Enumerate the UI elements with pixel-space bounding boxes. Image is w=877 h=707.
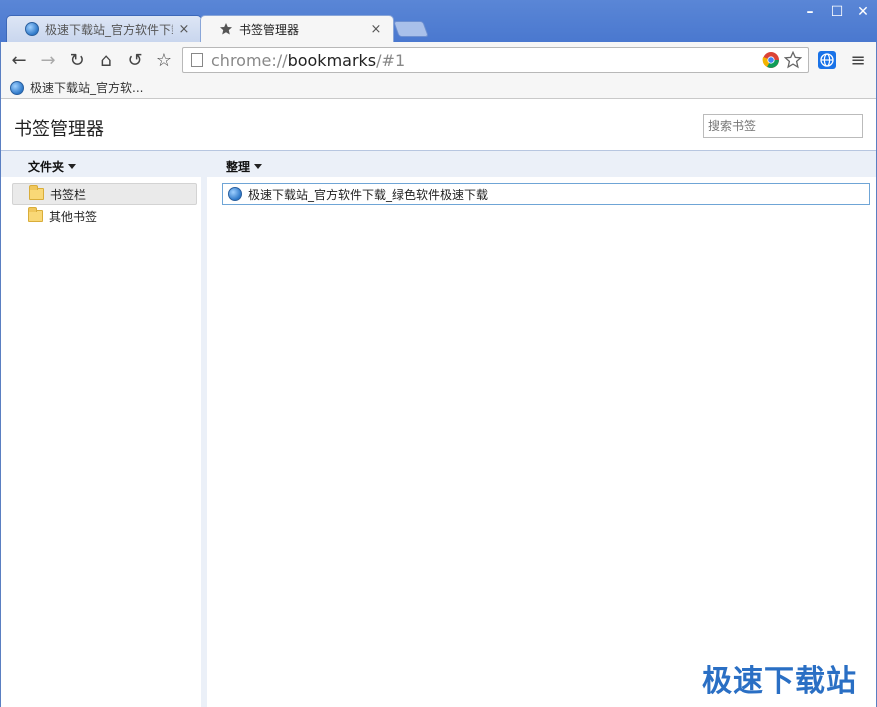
maximize-button[interactable]: ☐ bbox=[825, 2, 849, 22]
address-bar[interactable]: chrome://bookmarks/#1 bbox=[182, 47, 809, 73]
home-button[interactable]: ⌂ bbox=[95, 49, 117, 71]
folder-bookmarks-bar[interactable]: 书签栏 bbox=[12, 183, 197, 205]
tab-bookmark-manager[interactable]: 书签管理器 × bbox=[200, 15, 394, 42]
tab-label: 极速下载站_官方软件下载 bbox=[45, 22, 173, 37]
tab-label: 书签管理器 bbox=[239, 22, 300, 37]
url-host: bookmarks bbox=[287, 50, 377, 70]
bookmark-title: 极速下载站_官方软件下载_绿色软件极速下载 bbox=[248, 187, 489, 202]
page-title: 书签管理器 bbox=[14, 119, 104, 140]
manager-header: 文件夹 整理 bbox=[0, 150, 877, 177]
folder-label: 其他书签 bbox=[49, 209, 98, 224]
menu-button[interactable]: ≡ bbox=[847, 49, 869, 71]
browser-toolbar: ← → ↻ ⌂ ↺ ☆ chrome://bookmarks/#1 ≡ bbox=[0, 42, 877, 77]
folders-menu-label: 文件夹 bbox=[28, 160, 65, 174]
undo-button[interactable]: ↺ bbox=[124, 49, 146, 71]
title-bar: 极速下载站_官方软件下载 × 书签管理器 × – ☐ ✕ bbox=[0, 0, 877, 42]
folder-icon bbox=[29, 185, 44, 200]
organize-menu-label: 整理 bbox=[226, 160, 251, 174]
watermark-logo: 极速下载站 bbox=[702, 664, 857, 699]
bookmarks-bar: 极速下载站_官方软... bbox=[0, 77, 877, 99]
folder-icon bbox=[28, 207, 43, 222]
close-window-button[interactable]: ✕ bbox=[851, 2, 875, 22]
tab-jisu-download[interactable]: 极速下载站_官方软件下载 × bbox=[6, 15, 202, 42]
search-bookmarks-input[interactable] bbox=[703, 114, 863, 138]
bookmark-list-item[interactable]: 极速下载站_官方软件下载_绿色软件极速下载 bbox=[222, 183, 870, 205]
page-icon bbox=[191, 53, 203, 67]
organize-menu-button[interactable]: 整理 bbox=[226, 158, 263, 175]
caret-down-icon bbox=[68, 164, 77, 169]
back-button[interactable]: ← bbox=[8, 49, 30, 71]
minimize-button[interactable]: – bbox=[798, 2, 822, 22]
close-tab-icon[interactable]: × bbox=[369, 22, 383, 37]
bookmarks-bar-item[interactable]: 极速下载站_官方软... bbox=[30, 79, 143, 96]
caret-down-icon bbox=[254, 164, 263, 169]
globe-icon bbox=[228, 187, 242, 201]
globe-icon bbox=[25, 22, 39, 36]
new-tab-button[interactable] bbox=[393, 21, 429, 37]
window-frame-left bbox=[0, 42, 1, 707]
pane-splitter[interactable] bbox=[201, 177, 207, 707]
bookmark-page-star-icon[interactable] bbox=[783, 50, 803, 73]
folder-label: 书签栏 bbox=[50, 187, 87, 202]
url-scheme: chrome:// bbox=[211, 50, 288, 70]
globe-icon bbox=[10, 80, 24, 95]
translate-extension-icon[interactable] bbox=[816, 49, 838, 71]
folder-other-bookmarks[interactable]: 其他书签 bbox=[12, 205, 197, 227]
close-tab-icon[interactable]: × bbox=[177, 22, 191, 37]
url-path: /#1 bbox=[376, 50, 406, 70]
star-icon bbox=[219, 22, 233, 36]
forward-button[interactable]: → bbox=[37, 49, 59, 71]
chrome-icon[interactable] bbox=[762, 51, 780, 73]
bookmark-star-button[interactable]: ☆ bbox=[153, 49, 175, 71]
reload-button[interactable]: ↻ bbox=[66, 49, 88, 71]
folders-menu-button[interactable]: 文件夹 bbox=[28, 158, 77, 175]
